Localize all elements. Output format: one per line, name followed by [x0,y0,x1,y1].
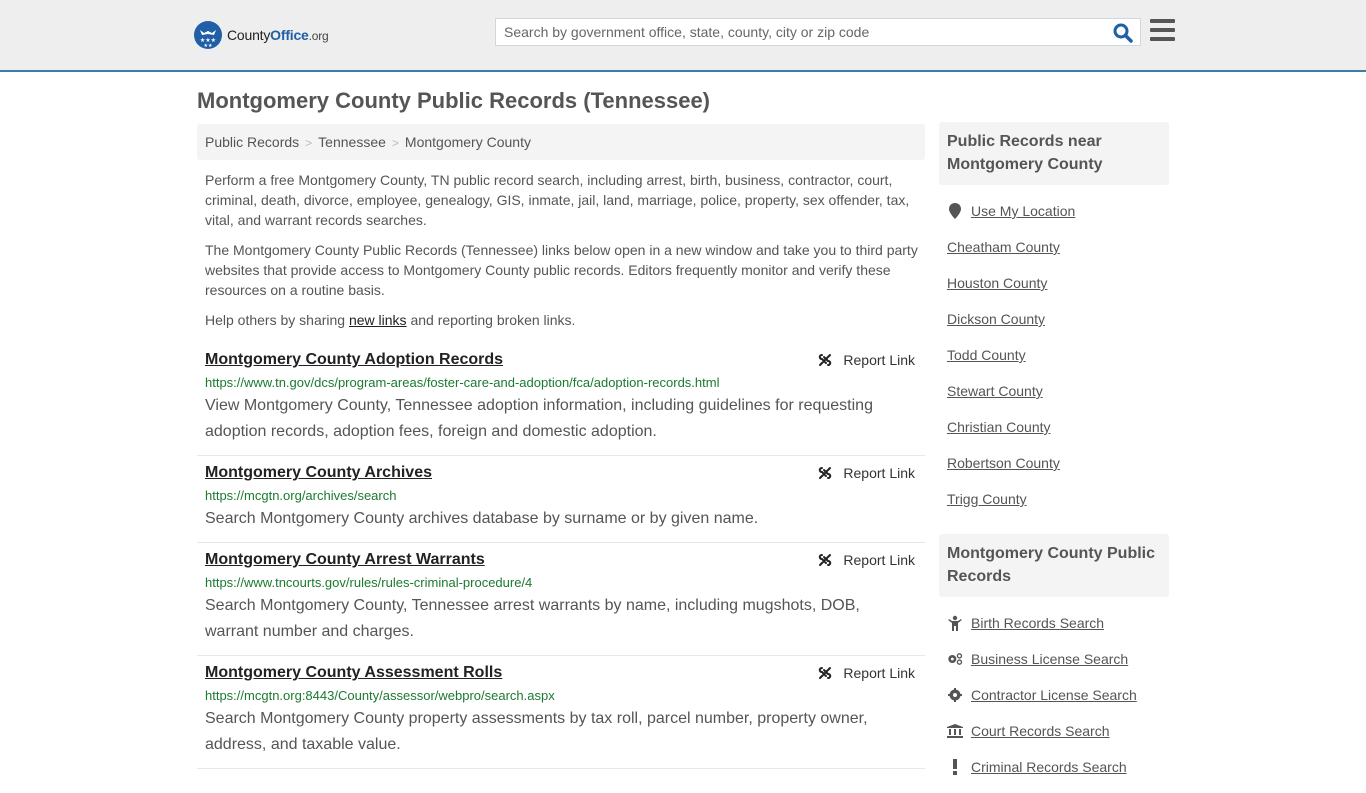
nearby-county-link[interactable]: Dickson County [947,311,1045,327]
site-header: ★★★ ★★ CountyOffice.org [0,0,1366,72]
nearby-heading: Public Records near Montgomery County [939,122,1169,185]
child-icon [947,615,963,631]
nearby-county-link[interactable]: Stewart County [947,383,1043,399]
nearby-county-item: Dickson County [947,304,1161,340]
nearby-county-link[interactable]: Cheatham County [947,239,1060,255]
local-records-heading: Montgomery County Public Records [939,534,1169,597]
report-link-button[interactable]: Report Link [817,352,915,368]
local-record-link[interactable]: Birth Records Search [971,615,1104,631]
nearby-county-link[interactable]: Robertson County [947,455,1060,471]
breadcrumb: Public Records > Tennessee > Montgomery Coun… [197,124,925,160]
gear-icon [947,687,963,703]
page-title: Montgomery County Public Records (Tennes… [197,88,711,113]
nearby-county-item: Stewart County [947,376,1161,412]
nearby-county-item: Todd County [947,340,1161,376]
nearby-county-item: Christian County [947,412,1161,448]
record-description: Search Montgomery County, Tennessee arre… [205,597,860,640]
record-url: https://mcgtn.org:8443/County/assessor/w… [205,688,555,703]
intro-paragraph: The Montgomery County Public Records (Te… [205,242,918,298]
report-link-button[interactable]: Report Link [817,665,915,681]
local-record-link[interactable]: Court Records Search [971,723,1110,739]
eagle-logo-icon: ★★★ ★★ [194,21,222,49]
broken-link-icon [819,467,832,479]
nearby-county-link[interactable]: Houston County [947,275,1047,291]
record-url: https://www.tncourts.gov/rules/rules-cri… [205,575,533,590]
intro-text: Perform a free Montgomery County, TN pub… [205,170,920,340]
breadcrumb-separator: > [391,136,399,150]
local-record-link[interactable]: Criminal Records Search [971,759,1127,775]
logo-text: CountyOffice.org [227,27,329,43]
gears-icon [947,651,963,667]
map-marker-icon [947,203,963,219]
record-url: https://www.tn.gov/dcs/program-areas/fos… [205,375,720,390]
report-link-button[interactable]: Report Link [817,552,915,568]
nearby-list: Use My Location Cheatham County Houston … [939,185,1169,525]
broken-link-icon [819,354,832,366]
intro-paragraph: Help others by sharing new links and rep… [205,312,576,328]
local-record-item: Business License Search [947,644,1161,680]
local-record-link[interactable]: Business License Search [971,651,1128,667]
record-url: https://mcgtn.org/archives/search [205,488,397,503]
nearby-county-item: Robertson County [947,448,1161,484]
breadcrumb-public-records[interactable]: Public Records [205,134,299,150]
search-button[interactable] [1112,22,1134,44]
broken-link-icon [819,554,832,566]
hamburger-menu-icon[interactable] [1150,19,1175,43]
search-input[interactable] [496,19,1106,45]
local-record-item: Criminal Records Search [947,752,1161,788]
breadcrumb-separator: > [305,136,313,150]
local-record-link[interactable]: Contractor License Search [971,687,1137,703]
local-records-list: Birth Records Search Business License Se… [939,597,1169,793]
use-my-location-link[interactable]: Use My Location [971,203,1075,219]
breadcrumb-tennessee[interactable]: Tennessee [318,134,386,150]
breadcrumb-current: Montgomery County [404,134,531,150]
report-link-button[interactable]: Report Link [817,465,915,481]
broken-link-icon [819,667,832,679]
nearby-county-item: Trigg County [947,484,1161,520]
record-item: Montgomery County Adoption Records Repor… [197,343,925,456]
local-record-item: Contractor License Search [947,680,1161,716]
record-description: Search Montgomery County property assess… [205,710,868,753]
nearby-county-link[interactable]: Christian County [947,419,1051,435]
record-title-link[interactable]: Montgomery County Arrest Warrants [205,550,485,570]
record-title-link[interactable]: Montgomery County Archives [205,463,432,483]
search-box [495,18,1141,46]
local-record-item: Birth Records Search [947,608,1161,644]
record-title-link[interactable]: Montgomery County Adoption Records [205,350,503,370]
nearby-county-item: Houston County [947,268,1161,304]
record-description: Search Montgomery County archives databa… [205,510,759,527]
site-logo[interactable]: ★★★ ★★ CountyOffice.org [194,20,329,50]
record-description: View Montgomery County, Tennessee adopti… [205,397,873,440]
nearby-county-link[interactable]: Trigg County [947,491,1027,507]
record-title-link[interactable]: Montgomery County Assessment Rolls [205,663,502,683]
sidebar: Public Records near Montgomery County Us… [939,122,1169,793]
exclamation-icon [947,759,963,775]
records-list: Montgomery County Adoption Records Repor… [197,343,925,769]
search-icon [1113,23,1133,43]
courthouse-icon [947,723,963,739]
intro-paragraph: Perform a free Montgomery County, TN pub… [205,172,910,228]
nearby-county-link[interactable]: Todd County [947,347,1026,363]
record-item: Montgomery County Archives Report Link h… [197,456,925,543]
record-item: Montgomery County Arrest Warrants Report… [197,543,925,656]
local-record-item: Court Records Search [947,716,1161,752]
record-item: Montgomery County Assessment Rolls Repor… [197,656,925,769]
nearby-county-item: Cheatham County [947,232,1161,268]
use-location-item: Use My Location [947,196,1161,232]
new-links-link[interactable]: new links [349,312,407,328]
svg-text:★★: ★★ [204,43,213,49]
